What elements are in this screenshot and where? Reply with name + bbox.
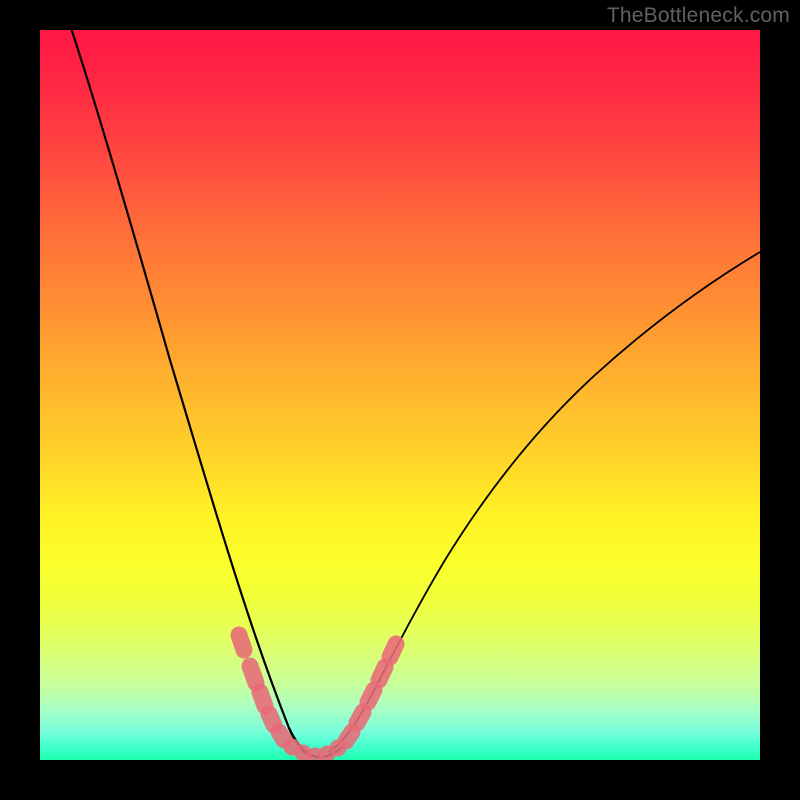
marker-point xyxy=(390,644,396,657)
watermark-text: TheBottleneck.com xyxy=(607,4,790,28)
marker-point xyxy=(260,692,265,706)
curve-right-branch xyxy=(328,252,760,752)
chart-frame: TheBottleneck.com xyxy=(0,0,800,800)
marker-point xyxy=(368,690,374,702)
chart-svg xyxy=(40,30,760,760)
marker-point xyxy=(279,732,284,740)
marker-point xyxy=(250,666,256,683)
marker-point xyxy=(379,667,385,680)
marker-point xyxy=(269,714,274,725)
marker-point xyxy=(357,712,363,723)
curve-left-branch xyxy=(70,30,310,756)
marker-point xyxy=(346,732,352,741)
marker-point xyxy=(239,635,244,650)
